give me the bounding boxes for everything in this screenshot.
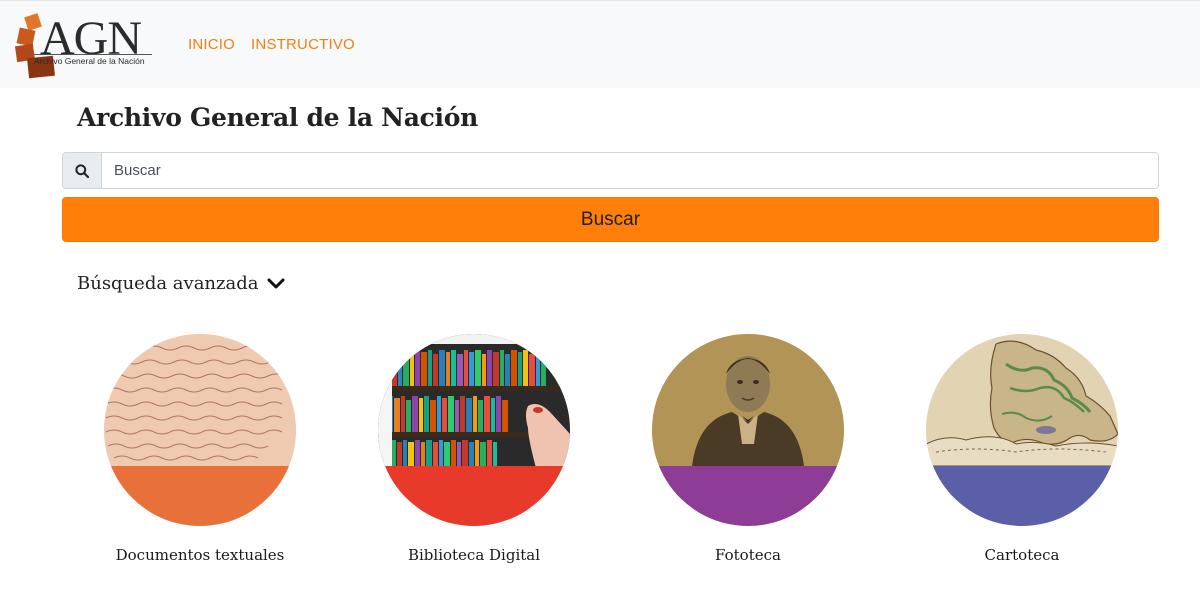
documentos-textuales-image bbox=[104, 334, 296, 526]
biblioteca-digital-image bbox=[378, 334, 570, 526]
category-label: Biblioteca Digital bbox=[407, 546, 541, 564]
search-button[interactable]: Buscar bbox=[62, 197, 1159, 242]
main-nav: INICIO INSTRUCTIVO bbox=[188, 36, 355, 53]
nav-item-instructivo[interactable]: INSTRUCTIVO bbox=[251, 36, 355, 53]
chevron-down-icon bbox=[267, 278, 284, 288]
nav-item-inicio[interactable]: INICIO bbox=[188, 36, 235, 53]
search-group bbox=[62, 152, 1159, 189]
advanced-search-label: Búsqueda avanzada bbox=[77, 273, 259, 294]
category-label: Documentos textuales bbox=[115, 546, 285, 564]
search-addon bbox=[63, 153, 102, 188]
category-label: Fototeca bbox=[715, 546, 781, 564]
category-cartoteca[interactable]: Cartoteca bbox=[902, 334, 1142, 564]
category-label: Cartoteca bbox=[984, 546, 1060, 564]
cartoteca-image bbox=[926, 334, 1118, 526]
search-input[interactable] bbox=[102, 153, 1158, 188]
category-fototeca[interactable]: Fototeca bbox=[628, 334, 868, 564]
logo-subtitle: Archivo General de la Nación bbox=[34, 54, 152, 66]
agn-logo[interactable]: AGN Archivo General de la Nación bbox=[14, 13, 154, 81]
navbar: AGN Archivo General de la Nación INICIO … bbox=[0, 0, 1200, 88]
search-icon bbox=[75, 163, 89, 178]
category-biblioteca-digital[interactable]: Biblioteca Digital bbox=[354, 334, 594, 564]
category-documentos-textuales[interactable]: Documentos textuales bbox=[80, 334, 320, 564]
fototeca-image bbox=[652, 334, 844, 526]
page-title: Archivo General de la Nación bbox=[77, 103, 478, 132]
advanced-search-toggle[interactable]: Búsqueda avanzada bbox=[77, 273, 285, 294]
